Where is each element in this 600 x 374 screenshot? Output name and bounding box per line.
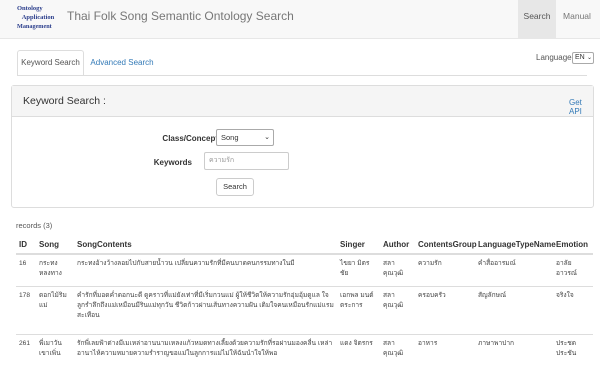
cell-emotion: อาลัย อาวรณ์ bbox=[553, 253, 593, 286]
cell-author: สลา คุณวุฒิ bbox=[380, 333, 415, 374]
column-header-id[interactable]: ID bbox=[16, 233, 36, 255]
app-logo[interactable]: Ontology Application Management bbox=[17, 4, 59, 35]
top-navbar: Ontology Application Management Thai Fol… bbox=[0, 0, 600, 39]
cell-song: พี่เมาวัน เขาเพิ่น bbox=[36, 333, 74, 374]
cell-singer: แดง จิตรกร bbox=[337, 333, 380, 374]
records-count: records (3) bbox=[16, 221, 53, 230]
logo-line-2: Application bbox=[21, 14, 55, 21]
cell-songcontents: คำรักที่มอดค่ำดอกนะดี ดูคราวที่แม่ยังเท่… bbox=[74, 285, 337, 334]
get-api-link[interactable]: Get API bbox=[569, 98, 593, 116]
cell-languagetypename: ภาษาพาปาก bbox=[475, 333, 553, 374]
cell-emotion: จริงใจ bbox=[553, 285, 593, 334]
table-row[interactable]: 261 พี่เมาวัน เขาเพิ่น รักพี่เลยฟ้าต่างม… bbox=[16, 333, 593, 374]
keywords-input[interactable]: ความรัก bbox=[204, 152, 289, 170]
cell-author: สลา คุณวุฒิ bbox=[380, 285, 415, 334]
language-select[interactable]: EN ⌄ bbox=[572, 52, 594, 64]
column-header-singer[interactable]: Singer bbox=[337, 233, 380, 255]
cell-id: 16 bbox=[16, 253, 36, 286]
tab-keyword-search[interactable]: Keyword Search bbox=[17, 50, 84, 76]
search-button[interactable]: Search bbox=[216, 178, 254, 196]
cell-song: กระทง หลงทาง bbox=[36, 253, 74, 286]
panel-title: Keyword Search : bbox=[23, 95, 106, 107]
chevron-down-icon: ⌄ bbox=[264, 134, 270, 141]
table-row[interactable]: 178 ดอกไม้ริม แม่ คำรักที่มอดค่ำดอกนะดี … bbox=[16, 285, 593, 334]
class-concept-label: Class/Concept bbox=[162, 134, 218, 143]
column-header-song[interactable]: Song bbox=[36, 233, 74, 255]
chevron-down-icon: ⌄ bbox=[586, 55, 592, 61]
cell-author: สลา คุณวุฒิ bbox=[380, 253, 415, 286]
cell-singer: ไขยา มิตร ชัย bbox=[337, 253, 380, 286]
cell-songcontents: กระทงอ้างว้างลอยไปกับสายน้ำวน เปลี่ยนควา… bbox=[74, 253, 337, 286]
logo-line-3: Management bbox=[17, 23, 52, 30]
column-header-emotion[interactable]: Emotion bbox=[553, 233, 593, 255]
keywords-label: Keywords bbox=[153, 158, 192, 167]
table-row[interactable]: 16 กระทง หลงทาง กระทงอ้างว้างลอยไปกับสาย… bbox=[16, 253, 593, 286]
cell-singer: เอกพล มนต์ ตระการ bbox=[337, 285, 380, 334]
cell-contentsgroup: ความรัก bbox=[415, 253, 475, 286]
cell-contentsgroup: อาหาร bbox=[415, 333, 475, 374]
panel-heading: Keyword Search : Get API bbox=[12, 86, 593, 117]
cell-id: 178 bbox=[16, 285, 36, 334]
cell-languagetypename: สัญลักษณ์ bbox=[475, 285, 553, 334]
column-header-languagetypename[interactable]: LanguageTypeName bbox=[475, 233, 556, 255]
class-concept-value: Song bbox=[221, 133, 239, 142]
tabs-divider bbox=[17, 75, 587, 76]
column-header-contentsgroup[interactable]: ContentsGroup bbox=[415, 233, 477, 255]
cell-id: 261 bbox=[16, 333, 36, 374]
brand-title[interactable]: Thai Folk Song Semantic Ontology Search bbox=[67, 9, 294, 23]
column-header-author[interactable]: Author bbox=[380, 233, 415, 255]
cell-contentsgroup: ครอบครัว bbox=[415, 285, 475, 334]
cell-emotion: ประชด ประชัน bbox=[553, 333, 593, 374]
class-concept-select[interactable]: Song ⌄ bbox=[216, 129, 274, 146]
keyword-search-panel: Keyword Search : Get API Class/Concept S… bbox=[11, 85, 594, 208]
tab-advanced-search[interactable]: Advanced Search bbox=[90, 50, 154, 76]
results-table: ID Song SongContents Singer Author Conte… bbox=[16, 233, 593, 374]
language-label: Language: bbox=[536, 53, 574, 62]
cell-song: ดอกไม้ริม แม่ bbox=[36, 285, 74, 334]
table-header-row: ID Song SongContents Singer Author Conte… bbox=[16, 233, 593, 255]
cell-songcontents: รักพี่เลยฟ้าต่างมีเมเหล่าอานนามเหลงแก้วห… bbox=[74, 333, 337, 374]
nav-manual-link[interactable]: Manual bbox=[557, 0, 597, 38]
logo-line-1: Ontology bbox=[17, 5, 43, 12]
column-header-songcontents[interactable]: SongContents bbox=[74, 233, 337, 255]
nav-search-link[interactable]: Search bbox=[518, 0, 556, 38]
cell-languagetypename: คำสื่ออารมณ์ bbox=[475, 253, 553, 286]
language-value: EN bbox=[575, 54, 585, 61]
